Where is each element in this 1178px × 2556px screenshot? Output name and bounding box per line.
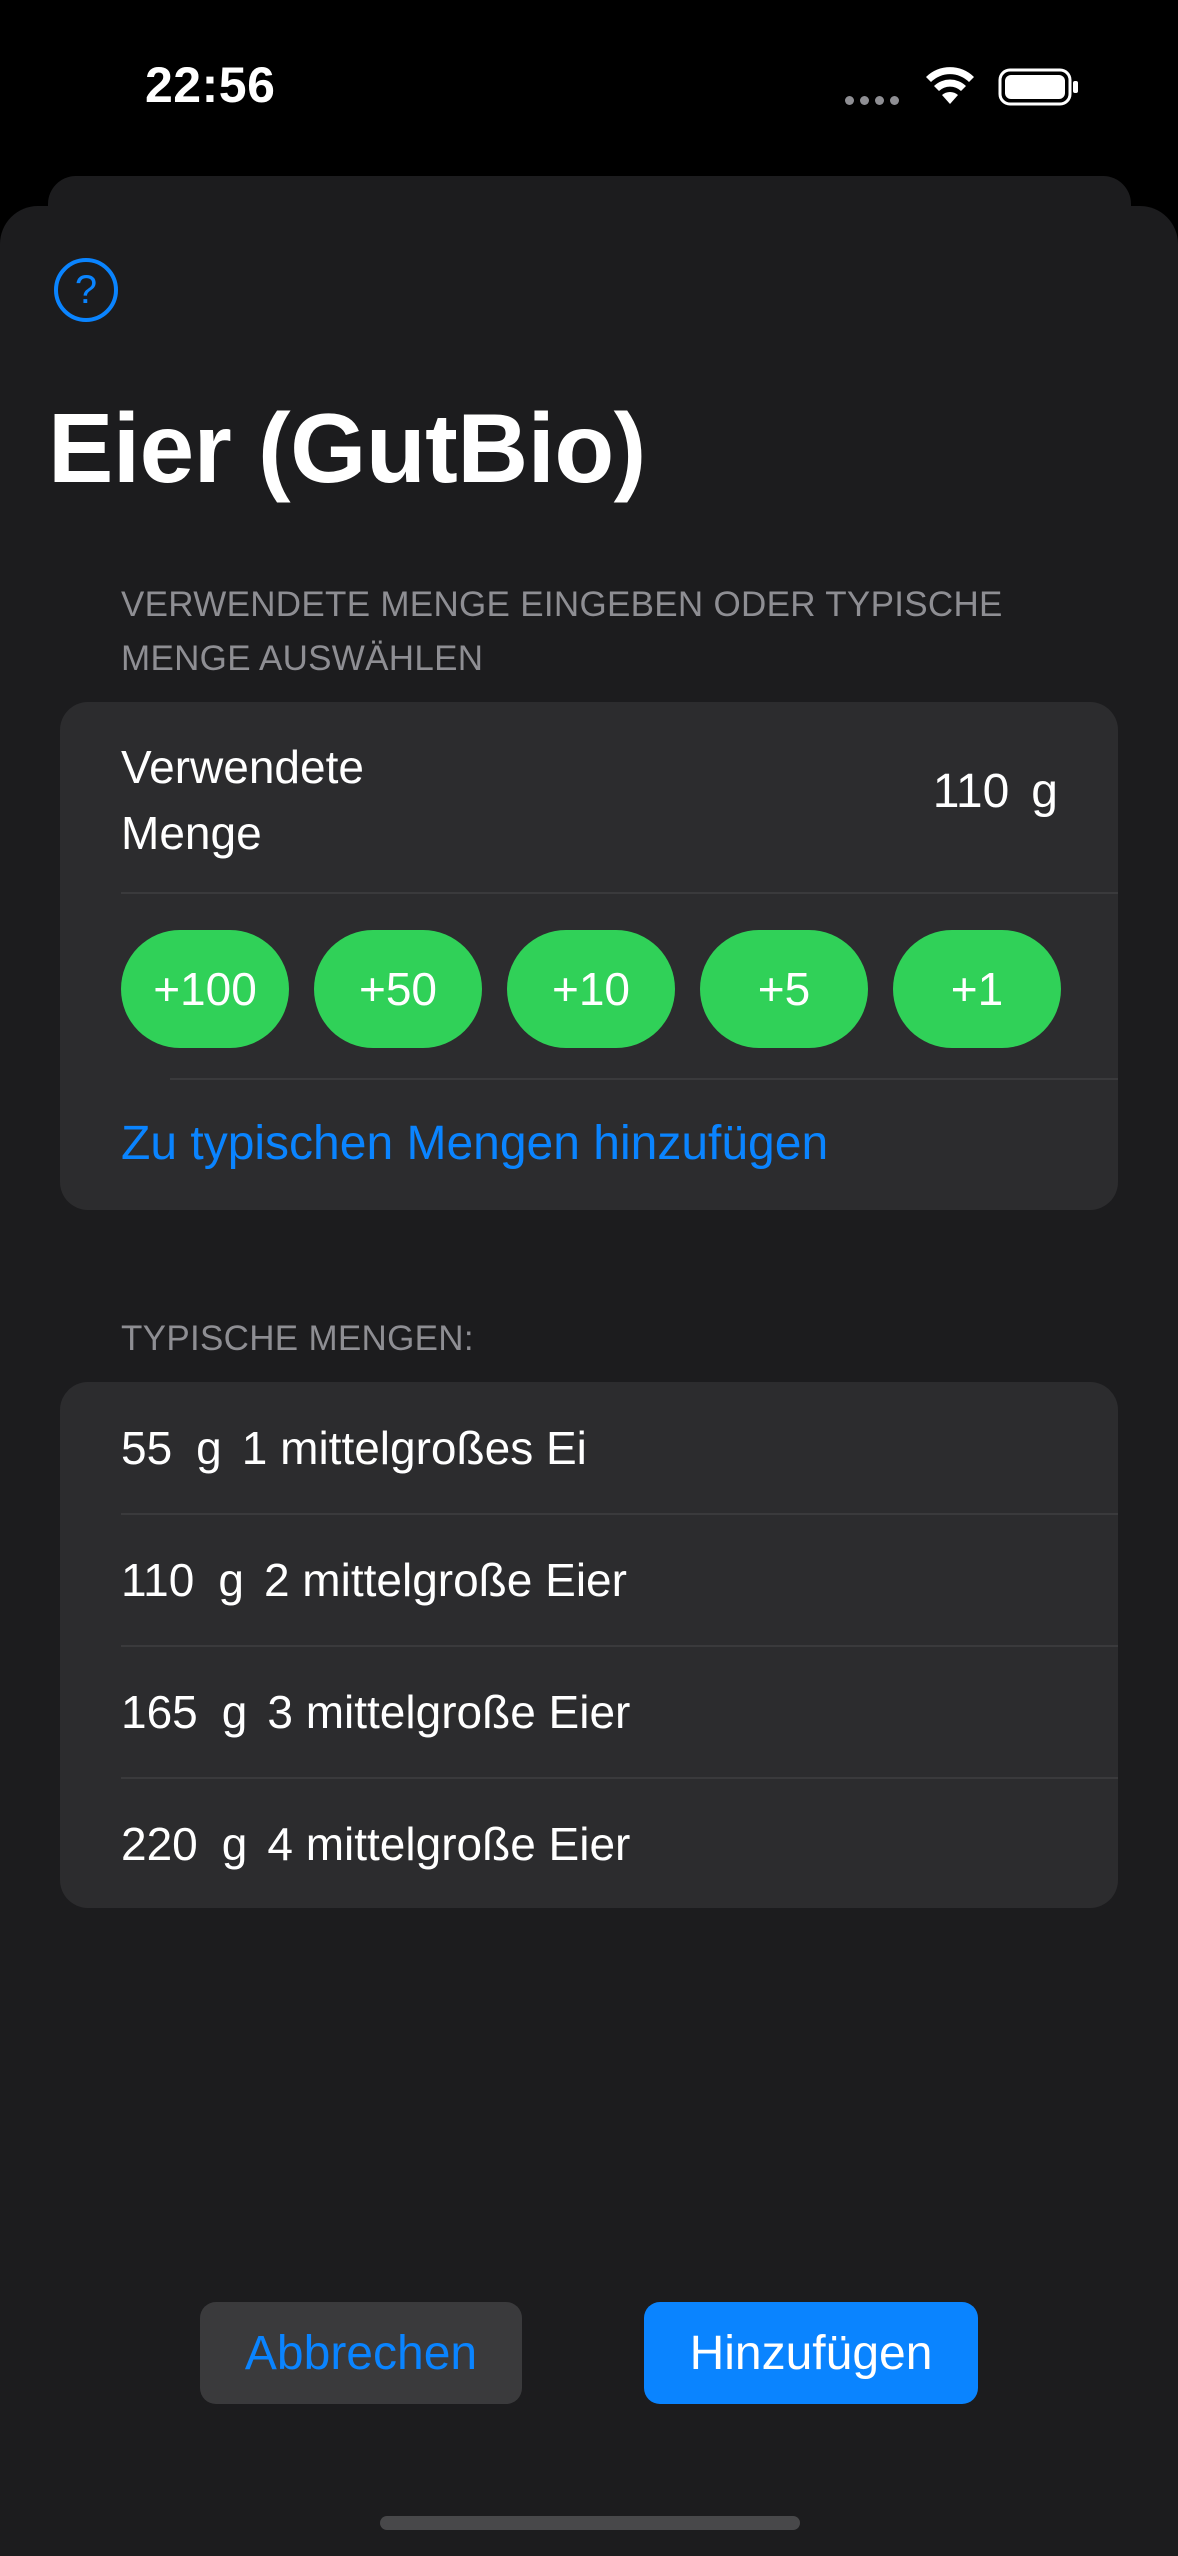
help-icon[interactable]: ?: [54, 258, 118, 322]
typical-amount-row[interactable]: 55 g 1 mittelgroßes Ei: [60, 1382, 1118, 1514]
cellular-signal-icon: [845, 96, 899, 105]
typical-description: 1 mittelgroßes Ei: [241, 1422, 587, 1474]
increment-5-button[interactable]: +5: [700, 930, 868, 1048]
amount-group: Verwendete Menge 110 g +100 +50 +10 +5 +…: [60, 702, 1118, 1210]
divider: [121, 892, 1118, 894]
typical-description: 4 mittelgroße Eier: [267, 1818, 631, 1870]
amount-number[interactable]: 110: [933, 764, 1010, 819]
amount-row[interactable]: Verwendete Menge 110 g: [60, 702, 1118, 892]
increment-buttons: +100 +50 +10 +5 +1: [121, 930, 1061, 1048]
typical-description: 2 mittelgroße Eier: [263, 1554, 627, 1606]
typical-amounts-list: 55 g 1 mittelgroßes Ei 110 g 2 mittelgro…: [60, 1382, 1118, 1908]
add-to-typical-link[interactable]: Zu typischen Mengen hinzufügen: [121, 1116, 828, 1171]
amount-value[interactable]: 110 g: [933, 764, 1058, 819]
typical-amount: 55: [121, 1422, 173, 1474]
amount-section-header: VERWENDETE MENGE EINGEBEN ODER TYPISCHE …: [121, 585, 1003, 678]
typical-amount: 220: [121, 1818, 198, 1870]
typical-amount-row[interactable]: 110 g 2 mittelgroße Eier: [60, 1514, 1118, 1646]
home-indicator[interactable]: [380, 2516, 800, 2530]
page-title: Eier (GutBio): [48, 393, 646, 503]
status-time: 22:56: [145, 57, 276, 113]
amount-unit: g: [1031, 765, 1058, 818]
typical-description: 3 mittelgroße Eier: [267, 1686, 631, 1738]
typical-amount-row[interactable]: 165 g 3 mittelgroße Eier: [60, 1646, 1118, 1778]
typical-amount-row[interactable]: 220 g 4 mittelgroße Eier: [60, 1778, 1118, 1908]
typical-unit: g: [221, 1686, 248, 1738]
add-button[interactable]: Hinzufügen: [644, 2302, 978, 2404]
typical-amount: 110: [121, 1554, 195, 1606]
increment-1-button[interactable]: +1: [893, 930, 1061, 1048]
divider: [170, 1078, 1118, 1080]
modal-sheet: [0, 206, 1178, 2556]
increment-50-button[interactable]: +50: [314, 930, 482, 1048]
typical-section-header: TYPISCHE MENGEN:: [121, 1319, 474, 1358]
battery-icon: [998, 68, 1078, 106]
typical-unit: g: [221, 1818, 248, 1870]
typical-amount: 165: [121, 1686, 198, 1738]
typical-unit: g: [218, 1554, 244, 1606]
screen: 22:56 ? Eier (GutBio) VERWENDETE MENGE E…: [0, 0, 1178, 2556]
typical-unit: g: [196, 1422, 222, 1474]
cancel-button[interactable]: Abbrechen: [200, 2302, 522, 2404]
amount-label: Verwendete Menge: [121, 741, 364, 859]
increment-100-button[interactable]: +100: [121, 930, 289, 1048]
wifi-icon: [926, 67, 974, 104]
increment-10-button[interactable]: +10: [507, 930, 675, 1048]
